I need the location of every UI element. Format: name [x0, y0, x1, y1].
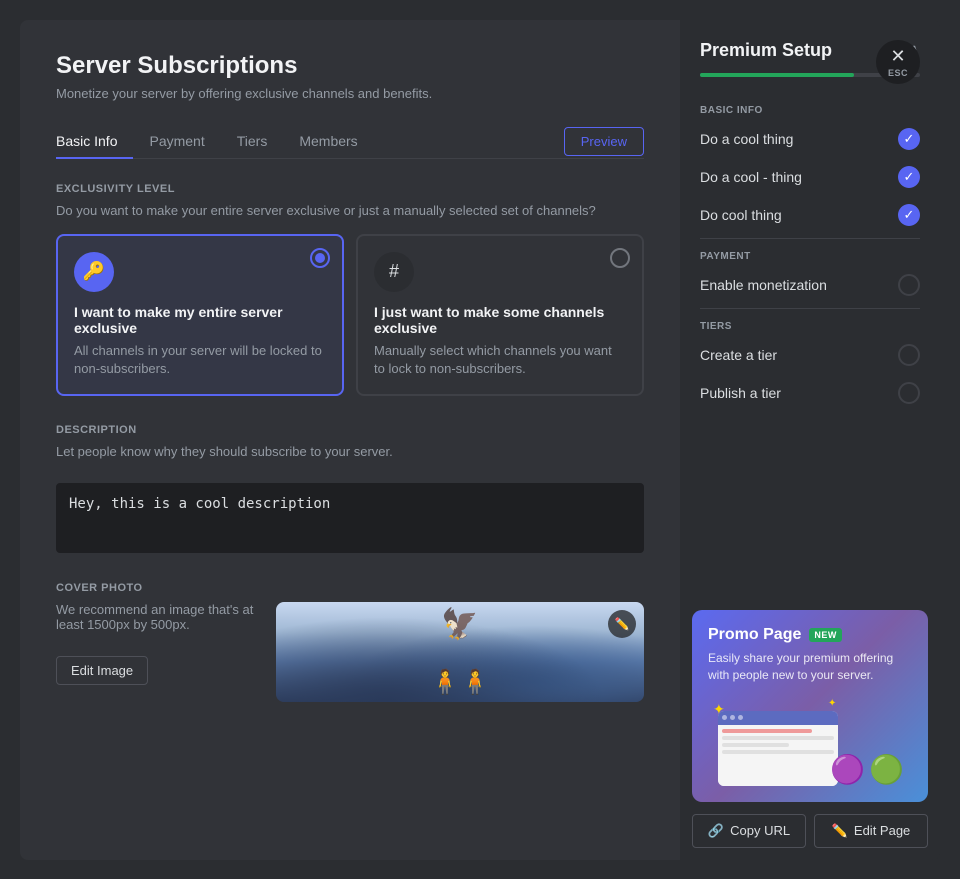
link-icon: 🔗 — [708, 823, 724, 839]
cover-section: We recommend an image that's at least 15… — [56, 602, 644, 702]
copy-url-label: Copy URL — [730, 823, 790, 838]
exclusivity-cards: 🔑 I want to make my entire server exclus… — [56, 234, 644, 396]
cover-photo-label: COVER PHOTO — [56, 582, 644, 594]
sidebar-content: BASIC INFO Do a cool thing ✓ Do a cool -… — [680, 89, 940, 598]
promo-title: Promo Page — [708, 626, 801, 644]
description-textarea[interactable]: Hey, this is a cool description — [56, 483, 644, 553]
browser-bar — [718, 711, 838, 725]
cover-figures-icon: 🧍🧍 — [430, 668, 490, 697]
sparkle-icon-2: ✦ — [828, 698, 836, 709]
tabs-bar: Basic Info Payment Tiers Members Preview — [56, 125, 644, 159]
edit-page-label: Edit Page — [854, 823, 910, 838]
sidebar-item-label-publish-tier: Publish a tier — [700, 385, 781, 401]
card1-desc: All channels in your server will be lock… — [74, 342, 326, 378]
description-section: DESCRIPTION Let people know why they sho… — [56, 424, 644, 558]
sidebar-payment-label: PAYMENT — [680, 243, 940, 266]
empty-circle-monetization — [898, 274, 920, 296]
promo-illustration: ✦ ✦ 🟣 🟢 — [708, 696, 912, 786]
cover-creature-icon: 🦅 — [441, 607, 478, 642]
pencil-icon: ✏️ — [832, 823, 848, 839]
check-icon-3: ✓ — [898, 204, 920, 226]
edit-image-button[interactable]: Edit Image — [56, 656, 148, 685]
right-sidebar: Premium Setup ∧ BASIC INFO Do a cool thi… — [680, 20, 940, 860]
tab-members[interactable]: Members — [283, 125, 373, 159]
divider-1 — [700, 238, 920, 239]
left-panel: Server Subscriptions Monetize your serve… — [20, 20, 680, 860]
copy-url-button[interactable]: 🔗 Copy URL — [692, 814, 806, 848]
promo-card-top: Promo Page NEW — [708, 626, 912, 644]
sidebar-item-publish-tier: Publish a tier — [680, 374, 940, 412]
sidebar-item-label-1: Do a cool thing — [700, 131, 793, 147]
browser-line-3 — [722, 743, 789, 747]
sidebar-item-label-3: Do cool thing — [700, 207, 782, 223]
cover-desc: We recommend an image that's at least 15… — [56, 602, 256, 632]
browser-dot-3 — [738, 715, 743, 720]
hashtag-icon: # — [374, 252, 414, 292]
promo-card: Promo Page NEW Easily share your premium… — [692, 610, 928, 802]
page-subtitle: Monetize your server by offering exclusi… — [56, 86, 644, 101]
progress-bar-fill — [700, 73, 854, 77]
sidebar-item-do-cool-thing-1: Do a cool thing ✓ — [680, 120, 940, 158]
empty-circle-create-tier — [898, 344, 920, 366]
edit-page-button[interactable]: ✏️ Edit Page — [814, 814, 928, 848]
divider-2 — [700, 308, 920, 309]
check-icon-2: ✓ — [898, 166, 920, 188]
modal-container: Server Subscriptions Monetize your serve… — [20, 20, 940, 860]
card2-desc: Manually select which channels you want … — [374, 342, 626, 378]
esc-label: ESC — [888, 68, 908, 78]
description-label: DESCRIPTION — [56, 424, 644, 436]
sidebar-item-do-cool-thing-2: Do a cool - thing ✓ — [680, 158, 940, 196]
description-desc: Let people know why they should subscrib… — [56, 444, 644, 459]
esc-button[interactable]: ✕ ESC — [876, 40, 920, 84]
new-badge: NEW — [809, 628, 842, 642]
key-icon: 🔑 — [74, 252, 114, 292]
tab-tiers[interactable]: Tiers — [221, 125, 284, 159]
sidebar-item-label-create-tier: Create a tier — [700, 347, 777, 363]
cover-photo-section: COVER PHOTO We recommend an image that's… — [56, 582, 644, 702]
sidebar-tiers-label: TIERS — [680, 313, 940, 336]
browser-body — [718, 725, 838, 786]
sidebar-basic-info-label: BASIC INFO — [680, 97, 940, 120]
char-purple: 🟣 — [830, 753, 865, 786]
cover-info: We recommend an image that's at least 15… — [56, 602, 256, 685]
sidebar-item-do-cool-thing-3: Do cool thing ✓ — [680, 196, 940, 234]
empty-circle-publish-tier — [898, 382, 920, 404]
exclusivity-label: EXCLUSIVITY LEVEL — [56, 183, 644, 195]
sidebar-item-create-tier: Create a tier — [680, 336, 940, 374]
browser-line-1 — [722, 729, 812, 733]
exclusivity-desc: Do you want to make your entire server e… — [56, 203, 644, 218]
promo-characters: 🟣 🟢 — [830, 753, 904, 786]
sidebar-item-label-2: Do a cool - thing — [700, 169, 802, 185]
card1-title: I want to make my entire server exclusiv… — [74, 304, 326, 336]
tab-basic-info[interactable]: Basic Info — [56, 125, 133, 159]
page-title: Server Subscriptions — [56, 52, 644, 80]
browser-dot-2 — [730, 715, 735, 720]
card-radio-entire — [310, 248, 330, 268]
excl-card-some-channels[interactable]: # I just want to make some channels excl… — [356, 234, 644, 396]
sparkle-icon-1: ✦ — [713, 701, 725, 718]
preview-button[interactable]: Preview — [564, 127, 644, 156]
excl-card-entire-server[interactable]: 🔑 I want to make my entire server exclus… — [56, 234, 344, 396]
card-radio-some — [610, 248, 630, 268]
card2-title: I just want to make some channels exclus… — [374, 304, 626, 336]
exclusivity-section: EXCLUSIVITY LEVEL Do you want to make yo… — [56, 183, 644, 396]
browser-line-4 — [722, 750, 834, 754]
promo-desc: Easily share your premium offering with … — [708, 650, 912, 684]
tab-payment[interactable]: Payment — [133, 125, 220, 159]
browser-mockup — [718, 711, 838, 786]
close-x-icon: ✕ — [890, 46, 905, 67]
cover-image-container: 🦅 🧍🧍 ✏️ — [276, 602, 644, 702]
char-green: 🟢 — [869, 753, 904, 786]
sidebar-title: Premium Setup — [700, 40, 832, 61]
browser-line-2 — [722, 736, 834, 740]
cover-image: 🦅 🧍🧍 — [276, 602, 644, 702]
sidebar-item-enable-monetization: Enable monetization — [680, 266, 940, 304]
check-icon-1: ✓ — [898, 128, 920, 150]
sidebar-item-label-monetization: Enable monetization — [700, 277, 827, 293]
promo-actions: 🔗 Copy URL ✏️ Edit Page — [680, 814, 940, 860]
edit-cover-button[interactable]: ✏️ — [608, 610, 636, 638]
